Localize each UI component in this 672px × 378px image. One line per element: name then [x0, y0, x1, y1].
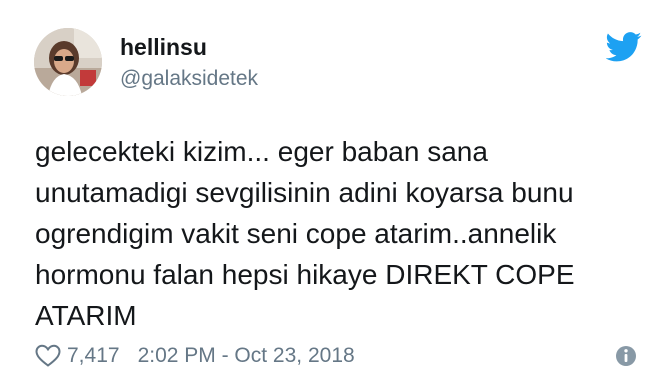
- twitter-bird-icon[interactable]: [606, 32, 642, 62]
- tweet-footer: 7,417 2:02 PM - Oct 23, 2018: [35, 342, 355, 370]
- user-handle[interactable]: @galaksidetek: [120, 67, 258, 91]
- avatar[interactable]: [34, 28, 102, 96]
- avatar-image: [34, 28, 102, 96]
- tweet-timestamp[interactable]: 2:02 PM - Oct 23, 2018: [138, 344, 355, 368]
- display-name[interactable]: hellinsu: [120, 34, 207, 61]
- info-icon[interactable]: [614, 344, 638, 368]
- tweet-text: gelecekteki kizim... eger baban sana unu…: [35, 136, 575, 331]
- tweet-card: hellinsu @galaksidetek gelecekteki kizim…: [0, 0, 672, 378]
- like-count: 7,417: [67, 344, 120, 367]
- heart-icon[interactable]: [35, 344, 61, 368]
